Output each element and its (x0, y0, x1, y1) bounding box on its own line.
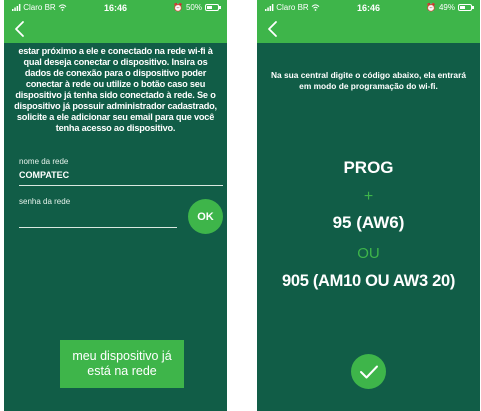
status-bar: Claro BR 16:46 ⏰ 49% (257, 0, 480, 16)
code-or: OU (357, 245, 380, 262)
network-name-underline (19, 185, 223, 186)
status-bar: Claro BR 16:46 ⏰ 50% (4, 0, 227, 16)
confirm-button[interactable] (351, 354, 386, 389)
battery-percent: 49% (438, 3, 455, 12)
code-am10-aw3: 905 (AM10 OU AW3 20) (281, 272, 456, 290)
password-underline (19, 227, 177, 228)
alarm-icon: ⏰ (426, 3, 436, 12)
chevron-left-icon[interactable] (265, 20, 281, 38)
navigation-bar (257, 16, 480, 43)
battery-percent: 50% (185, 3, 202, 12)
password-label: senha da rede (19, 197, 71, 206)
alarm-icon: ⏰ (173, 3, 183, 12)
device-already-connected-button[interactable]: meu dispositivo já está na rede (60, 340, 184, 388)
instructions-text: estar próximo a ele e conectado na rede … (14, 46, 217, 133)
programming-code-screen: Claro BR 16:46 ⏰ 49% Na sua central digi… (257, 0, 480, 411)
password-field[interactable] (19, 212, 177, 226)
wifi-setup-screen: Claro BR 16:46 ⏰ 50% estar próximo a ele… (4, 0, 227, 411)
battery-group: ⏰ 49% (426, 3, 474, 12)
code-prog: PROG (343, 158, 394, 177)
chevron-left-icon[interactable] (12, 20, 28, 38)
navigation-bar (4, 16, 227, 43)
code-plus: + (363, 188, 374, 205)
network-name-field[interactable]: COMPATEC (19, 170, 69, 180)
battery-group: ⏰ 50% (173, 3, 221, 12)
instructions-text: Na sua central digite o código abaixo, e… (270, 70, 466, 91)
checkmark-icon (359, 365, 378, 378)
ok-button[interactable]: OK (188, 199, 223, 234)
battery-icon (458, 4, 474, 11)
network-name-label: nome da rede (19, 157, 69, 166)
code-aw6: 95 (AW6) (332, 213, 405, 232)
battery-icon (205, 4, 221, 11)
